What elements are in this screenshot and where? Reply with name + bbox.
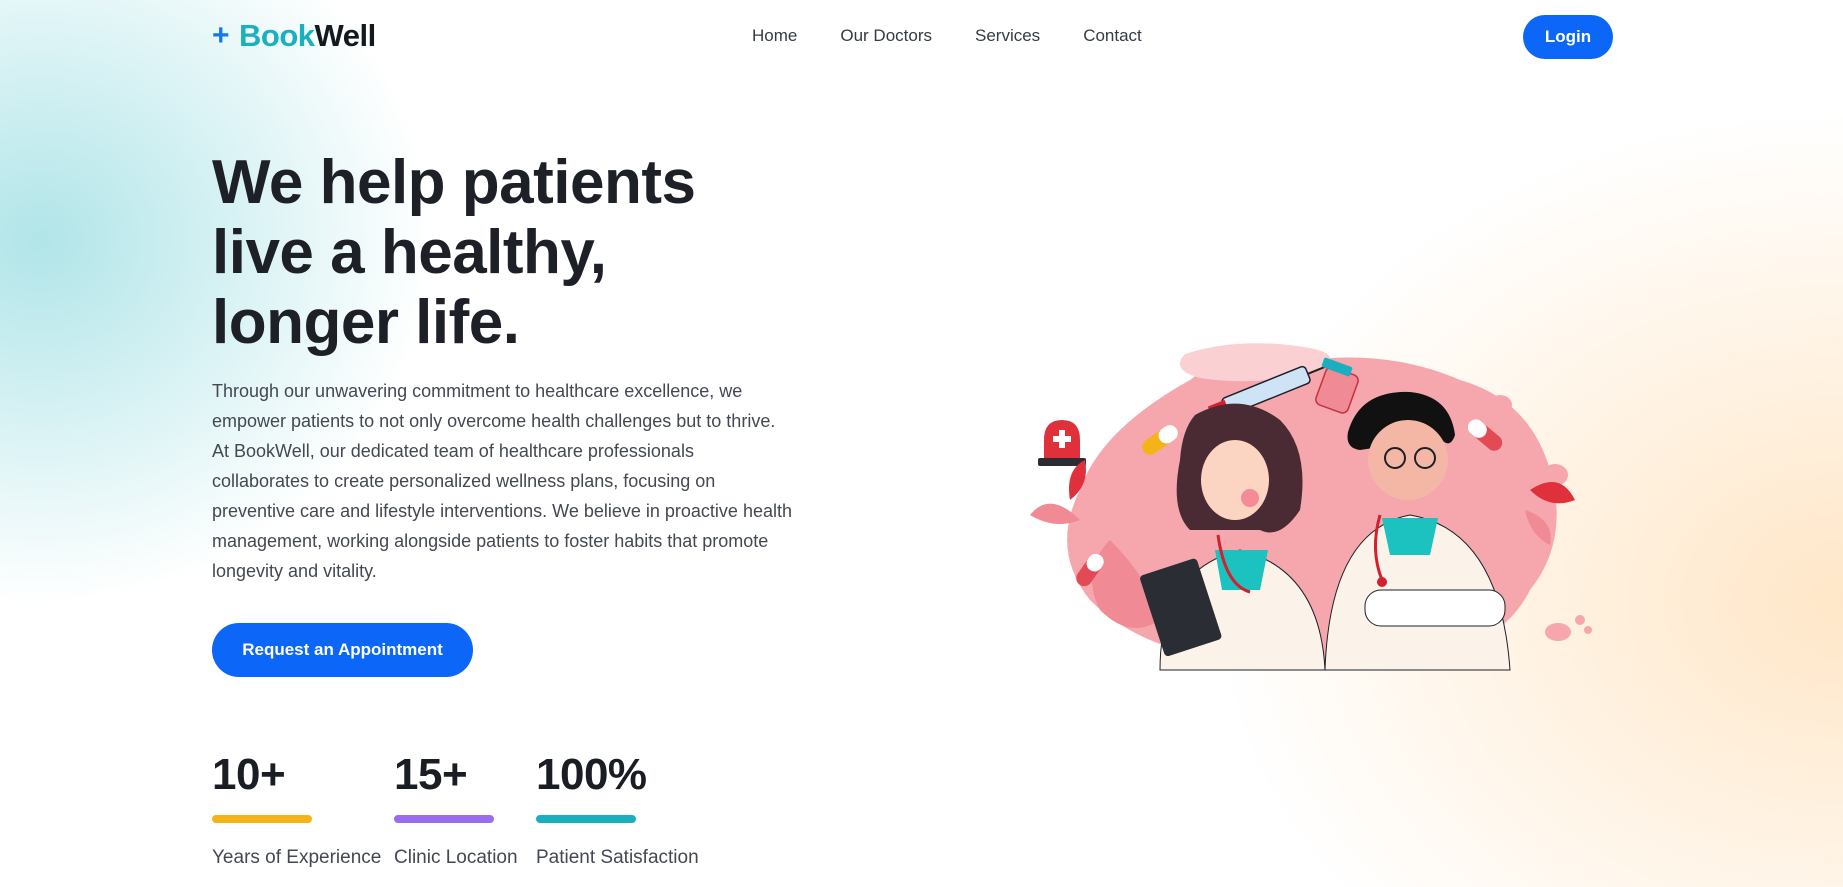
- stat-value: 10+: [212, 750, 286, 799]
- stat-accent-bar: [394, 815, 494, 823]
- top-navigation: + Book Well Home Our Doctors Services Con…: [0, 0, 1843, 76]
- hero-headline: We help patients live a healthy, longer …: [212, 148, 932, 358]
- nav-link-our-doctors[interactable]: Our Doctors: [840, 26, 932, 46]
- logo-text-book: Book: [239, 18, 315, 53]
- stat-value: 15+: [394, 750, 468, 799]
- logo-text-well: Well: [314, 18, 377, 53]
- headline-line-3: longer life.: [212, 288, 520, 357]
- stat-patient-satisfaction: 100% Patient Satisfaction: [536, 745, 699, 869]
- nav-link-contact[interactable]: Contact: [1083, 26, 1142, 46]
- login-button[interactable]: Login: [1523, 15, 1613, 59]
- stat-accent-bar: [536, 815, 636, 823]
- nav-link-services[interactable]: Services: [975, 26, 1040, 46]
- stat-years-experience: 10+ Years of Experience: [212, 745, 381, 869]
- main-menu: Home Our Doctors Services Contact: [752, 26, 1142, 46]
- nav-link-home[interactable]: Home: [752, 26, 797, 46]
- plus-icon: +: [212, 19, 230, 52]
- stat-label: Years of Experience: [212, 847, 382, 868]
- doctors-illustration: [1030, 343, 1592, 671]
- headline-line-1: We help patients: [212, 148, 696, 217]
- headline-line-2: live a healthy,: [212, 218, 607, 287]
- bookwell-logo[interactable]: + Book Well: [212, 18, 376, 54]
- stat-clinic-location: 15+ Clinic Location: [394, 745, 518, 869]
- stat-label: Patient Satisfaction: [536, 847, 699, 868]
- stat-value: 100%: [536, 750, 647, 799]
- stat-accent-bar: [212, 815, 312, 823]
- stat-label: Clinic Location: [394, 847, 518, 868]
- hero-description: Through our unwavering commitment to hea…: [212, 381, 792, 581]
- request-appointment-button[interactable]: Request an Appointment: [212, 623, 473, 677]
